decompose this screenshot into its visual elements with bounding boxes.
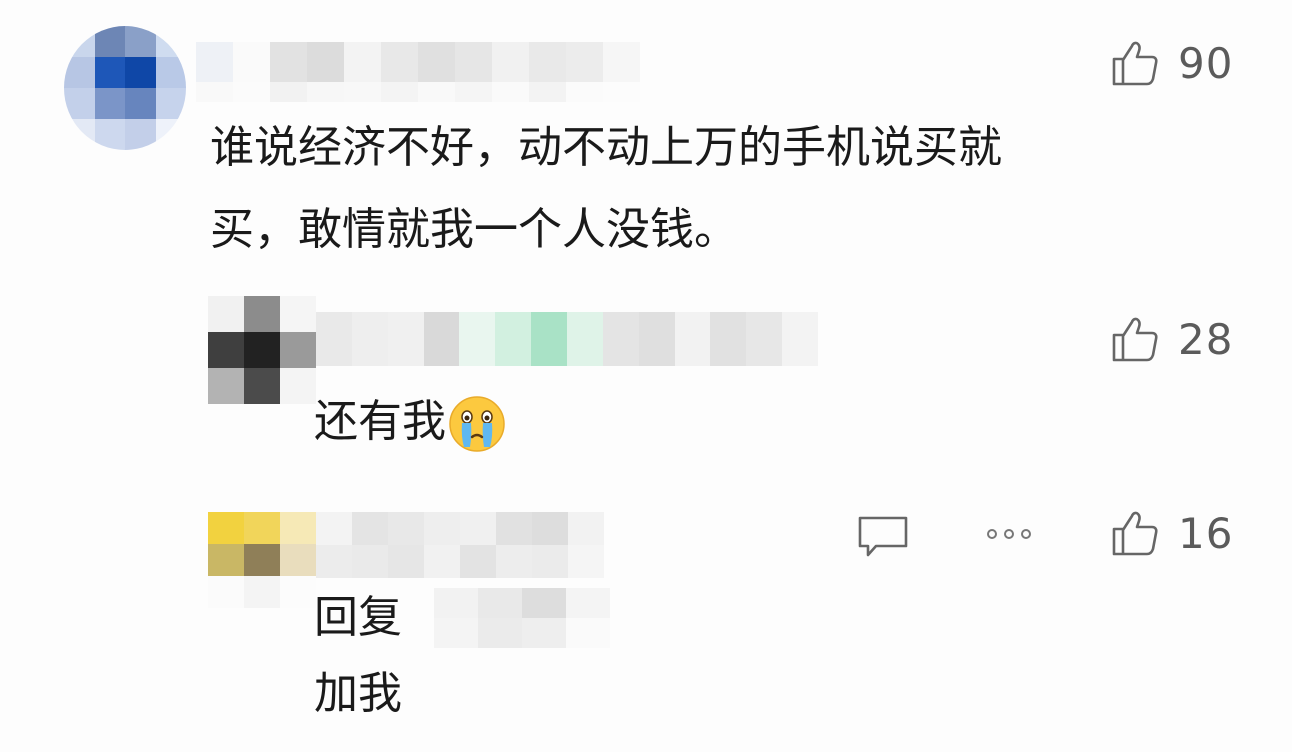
avatar[interactable]	[208, 296, 316, 404]
reply-label: 回复	[314, 592, 402, 643]
like-button[interactable]: 28	[1110, 314, 1233, 364]
comment-section: 90 谁说经济不好，动不动上万的手机说买就 买，敢情就我一个人没钱。 28 还有…	[0, 0, 1292, 752]
like-button[interactable]: 90	[1110, 38, 1233, 88]
username[interactable]	[316, 312, 818, 366]
reply-target-name[interactable]	[434, 588, 610, 648]
like-count: 90	[1178, 38, 1234, 88]
thumbs-up-icon	[1112, 511, 1158, 556]
crying-face-icon	[449, 396, 505, 452]
avatar[interactable]	[64, 26, 186, 150]
username-shadow	[196, 82, 640, 102]
more-icon[interactable]	[984, 526, 1034, 542]
username[interactable]	[316, 512, 604, 578]
username[interactable]	[196, 42, 640, 82]
comment-text-line-2: 买，敢情就我一个人没钱。	[210, 204, 738, 255]
comment-text: 加我	[314, 668, 402, 719]
reply-icon[interactable]	[856, 514, 910, 560]
comment-text: 还有我	[314, 386, 506, 458]
thumbs-up-icon	[1112, 41, 1158, 86]
like-count: 16	[1178, 508, 1234, 558]
like-button[interactable]: 16	[1110, 508, 1233, 558]
comment-text-content: 还有我	[314, 396, 446, 447]
like-count: 28	[1178, 314, 1234, 364]
avatar[interactable]	[208, 512, 316, 608]
comment-text-line-1: 谁说经济不好，动不动上万的手机说买就	[210, 122, 1002, 173]
thumbs-up-icon	[1112, 317, 1158, 362]
